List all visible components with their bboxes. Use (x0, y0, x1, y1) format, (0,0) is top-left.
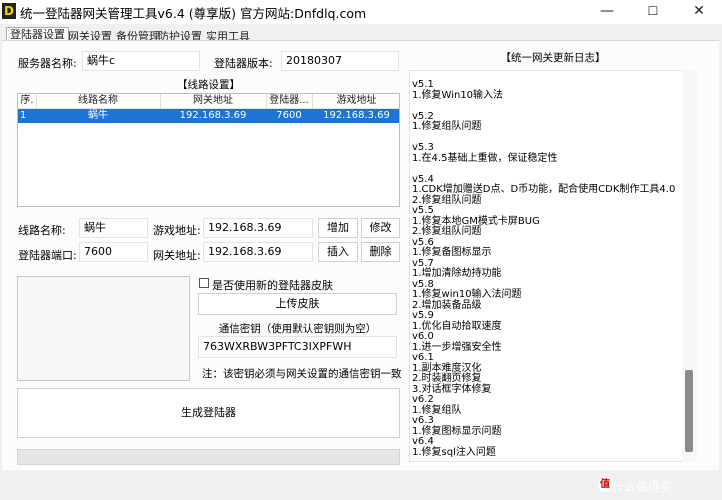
upload-skin-button[interactable]: 上传皮肤 (198, 293, 397, 315)
close-button[interactable]: ✕ (676, 0, 722, 24)
window-title: 统一登陆器网关管理工具v6.4 (尊享版) 官方网站:Dnfdlq.com (20, 6, 367, 21)
changelog-entry: 1.修复组队问题 (412, 121, 482, 132)
edit-button[interactable]: 修改 (361, 218, 400, 238)
generate-launcher-button[interactable]: 生成登陆器 (17, 388, 400, 438)
line-name-field[interactable]: 蜗牛 (79, 218, 148, 238)
column-header[interactable]: 游戏地址 (312, 94, 399, 109)
insert-button[interactable]: 插入 (318, 242, 358, 262)
changelog-entry: 1.修复sql注入问题 (412, 446, 496, 458)
skin-preview (17, 276, 190, 381)
watermark-text: 什么值得买 (612, 480, 673, 494)
launcher-port-label: 登陆器端口: (18, 249, 77, 262)
gateway-address-field[interactable]: 192.168.3.69 (203, 242, 313, 262)
tab-backup-management[interactable]: 备份管理 (116, 30, 160, 40)
add-button[interactable]: 增加 (318, 218, 358, 238)
launcher-port-field[interactable]: 7600 (79, 242, 148, 262)
row-index: 1 (20, 110, 27, 121)
changelog-box[interactable]: v5.1 1.修复Win10输入法 v5.2 1.修复组队问题 v5.3 1.在4.5基础… (409, 70, 697, 462)
line-table[interactable]: 序. 线路名称 网关地址 登陆器... 游戏地址 1 蜗牛 192.168.3.… (17, 93, 400, 207)
minimize-button[interactable]: — (584, 0, 630, 24)
launcher-version-field[interactable]: 20180307 (281, 51, 399, 71)
maximize-button[interactable]: ☐ (630, 0, 676, 24)
column-header[interactable]: 序. (18, 94, 37, 109)
app-logo-icon: D (2, 3, 16, 19)
table-row[interactable]: 1 蜗牛 192.168.3.69 7600 192.168.3.69 (18, 109, 399, 123)
tab-protection-settings[interactable]: 防护设置 (158, 30, 202, 40)
column-header[interactable]: 网关地址 (160, 94, 267, 109)
scrollbar-thumb[interactable] (685, 370, 693, 452)
line-settings-title: 【线路设置】 (177, 79, 240, 91)
tab-gateway-settings[interactable]: 网关设置 (68, 30, 112, 40)
row-game-address: 192.168.3.69 (323, 110, 390, 121)
comm-key-note: 注：该密钥必须与网关设置的通信密钥一致 (202, 368, 402, 380)
changelog-title: 【统一网关更新日志】 (500, 52, 606, 64)
tab-launcher-settings[interactable]: 登陆器设置 (6, 27, 69, 40)
tab-utilities[interactable]: 实用工具 (206, 30, 250, 40)
column-header[interactable]: 登陆器... (266, 94, 313, 109)
server-name-field[interactable]: 蜗牛c (82, 51, 200, 71)
column-header[interactable]: 线路名称 (36, 94, 161, 109)
watermark-logo-icon: 值 (598, 478, 612, 492)
row-port: 7600 (276, 110, 302, 121)
gateway-address-label: 网关地址: (153, 249, 201, 262)
row-gateway: 192.168.3.69 (179, 110, 247, 121)
game-address-label: 游戏地址: (153, 224, 201, 237)
row-line-name: 蜗牛 (88, 110, 108, 121)
launcher-version-label: 登陆器版本: (214, 57, 273, 70)
game-address-field[interactable]: 192.168.3.69 (203, 218, 313, 238)
tab-strip: 登陆器设置 网关设置 备份管理 防护设置 实用工具 (0, 24, 722, 40)
new-skin-label: 是否使用新的登陆器皮肤 (212, 279, 333, 292)
changelog-entry: 1.在4.5基础上重做，保证稳定性 (412, 152, 558, 164)
delete-button[interactable]: 删除 (361, 242, 400, 262)
progress-bar (17, 449, 400, 465)
comm-key-title: 通信密钥（使用默认密钥则为空） (218, 323, 377, 335)
comm-key-field[interactable]: 763WXRBW3PFTC3IXPFWH (198, 336, 397, 358)
changelog-entry: 1.修复Win10输入法 (412, 89, 504, 101)
line-name-label: 线路名称: (18, 224, 66, 237)
server-name-label: 服务器名称: (18, 57, 77, 70)
new-skin-checkbox[interactable] (199, 278, 209, 288)
